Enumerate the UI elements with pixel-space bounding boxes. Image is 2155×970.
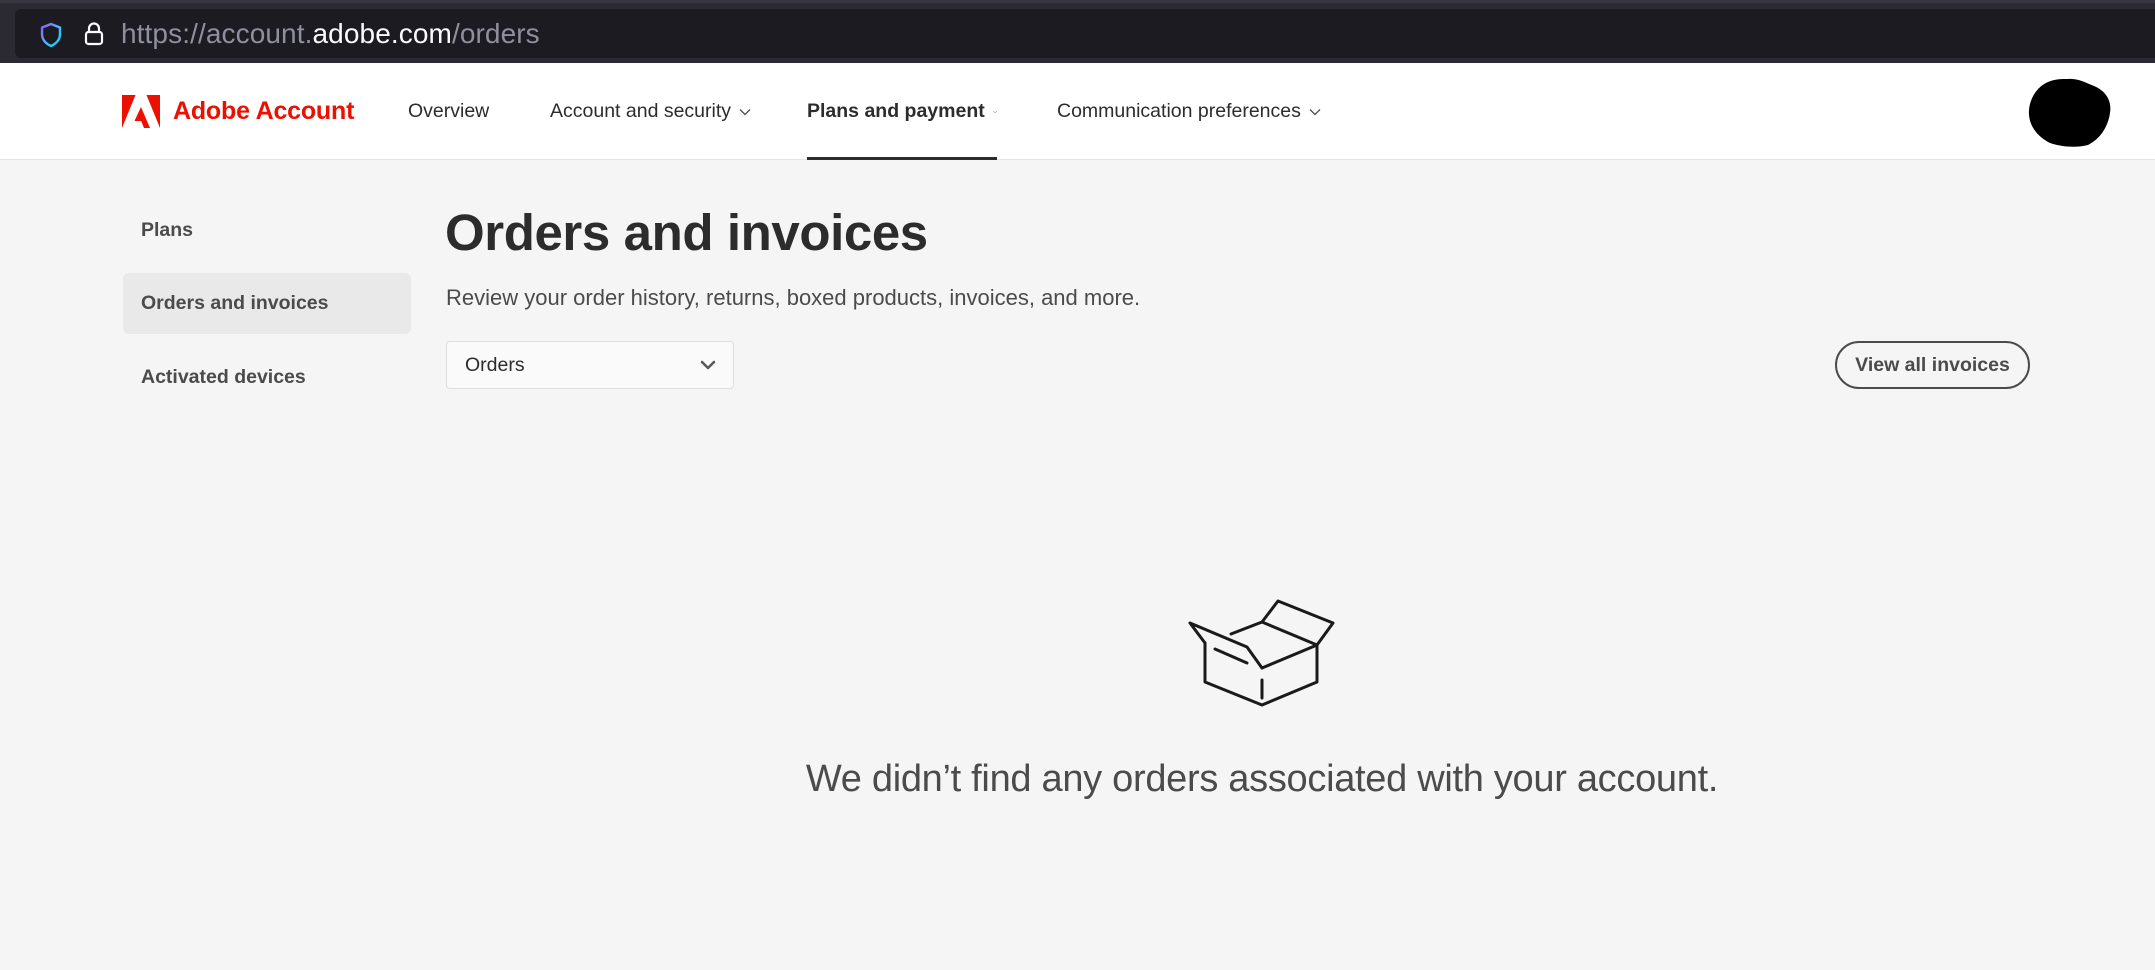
user-avatar[interactable] (2028, 77, 2112, 147)
url-path: /orders (451, 18, 540, 49)
adobe-logo-icon (122, 95, 160, 128)
nav-label: Communication preferences (1057, 100, 1301, 122)
nav-plans-payment[interactable]: Plans and payment (807, 63, 997, 160)
page-subtitle: Review your order history, returns, boxe… (446, 285, 1141, 310)
view-all-invoices-button[interactable]: View all invoices (1835, 341, 2030, 389)
sidebar-item-label: Activated devices (141, 366, 306, 388)
empty-state-message: We didn’t find any orders associated wit… (805, 758, 1719, 800)
lock-icon[interactable] (83, 21, 105, 47)
browser-toolbar: https://account.adobe.com/orders (0, 0, 2155, 63)
sidebar-item-label: Orders and invoices (141, 292, 329, 314)
sidebar-item-plans[interactable]: Plans (123, 200, 411, 261)
sidebar-item-activated-devices[interactable]: Activated devices (123, 347, 411, 408)
logo-text: Adobe Account (173, 97, 355, 125)
nav-label: Plans and payment (807, 100, 985, 122)
orders-filter-select[interactable]: Orders (446, 341, 734, 389)
address-bar[interactable]: https://account.adobe.com/orders (15, 9, 2155, 58)
sidebar-item-label: Plans (141, 219, 194, 241)
chevron-down-icon (1309, 108, 1321, 115)
open-box-icon (1188, 599, 1335, 707)
nav-account-security[interactable]: Account and security (550, 63, 751, 160)
url-prefix: https://account. (121, 18, 313, 49)
site-header: Adobe Account Overview Account and secur… (0, 63, 2155, 160)
shield-icon[interactable] (39, 22, 63, 48)
nav-overview[interactable]: Overview (408, 63, 489, 160)
nav-label: Overview (408, 100, 490, 122)
url-host: adobe.com (312, 18, 452, 49)
chevron-down-icon (739, 108, 751, 115)
filter-selected-value: Orders (465, 353, 525, 376)
chevron-down-icon (992, 110, 997, 113)
sidebar-item-orders-invoices[interactable]: Orders and invoices (123, 273, 411, 334)
nav-communication-preferences[interactable]: Communication preferences (1057, 63, 1321, 160)
page-title: Orders and invoices (445, 204, 928, 261)
nav-label: Account and security (550, 100, 732, 122)
adobe-account-logo[interactable]: Adobe Account (122, 95, 354, 128)
url-text[interactable]: https://account.adobe.com/orders (121, 18, 540, 50)
chevron-down-icon (700, 360, 716, 370)
